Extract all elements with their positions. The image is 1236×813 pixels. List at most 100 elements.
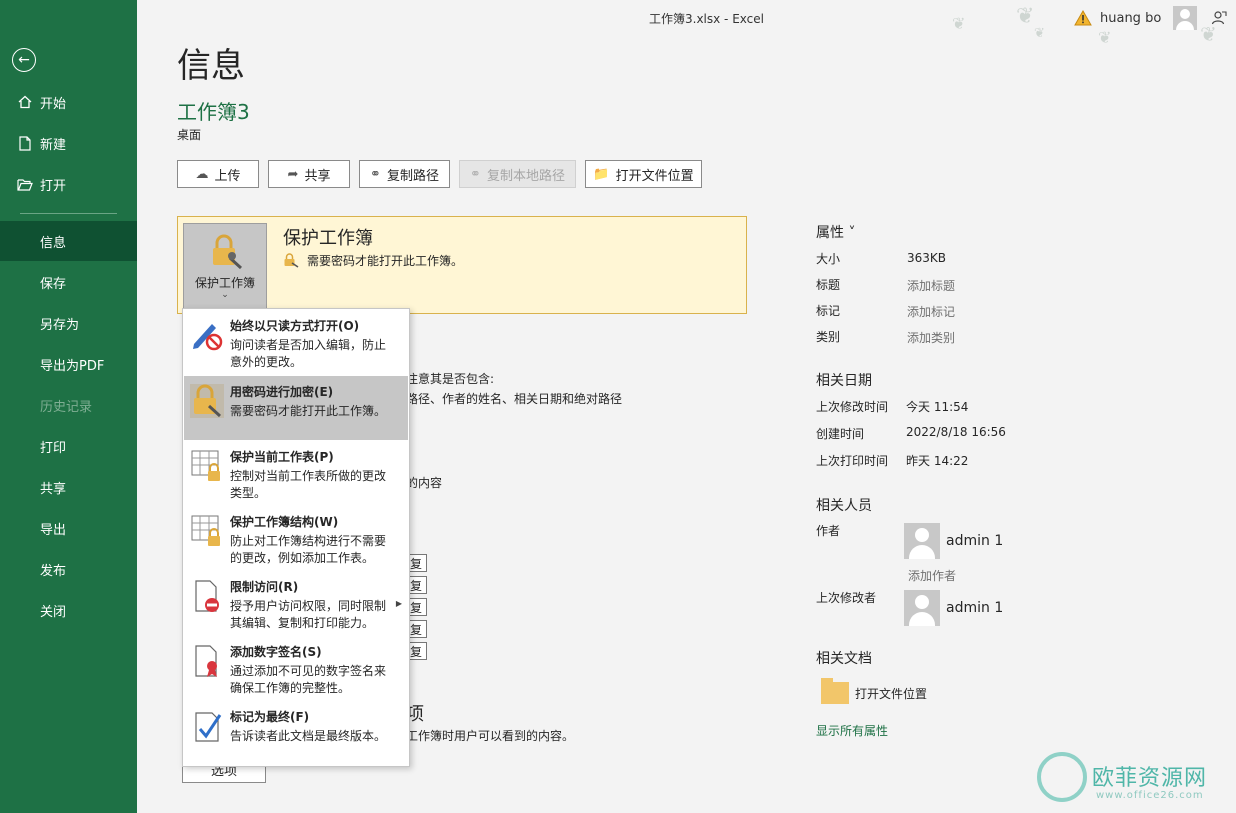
copy-path-button[interactable]: ⚭ 复制路径	[359, 160, 450, 188]
folder-icon: 📁	[593, 166, 610, 182]
date-value: 今天 11:54	[906, 400, 969, 414]
nav-info[interactable]: 信息	[0, 221, 137, 261]
nav-save[interactable]: 保存	[0, 262, 137, 302]
properties-heading[interactable]: 属性 ˅	[816, 222, 855, 242]
upload-button[interactable]: ☁ 上传	[177, 160, 259, 188]
related-docs-heading: 相关文档	[816, 651, 872, 667]
date-value: 2022/8/18 16:56	[906, 425, 1006, 439]
menu-item-protect-sheet[interactable]: 保护当前工作表(P) 控制对当前工作表所做的更改类型。	[184, 441, 408, 505]
page-title: 信息	[177, 46, 245, 86]
document-location: 桌面	[177, 128, 202, 142]
prop-size-value: 363KB	[907, 251, 947, 265]
avatar	[904, 523, 940, 559]
prop-label: 大小	[816, 252, 841, 266]
menu-item-digital-signature[interactable]: 添加数字签名(S) 通过添加不可见的数字签名来确保工作簿的完整性。	[184, 636, 408, 700]
bird-decoration-icon: ❦	[952, 14, 966, 33]
share-icon: ➦	[287, 166, 299, 182]
bird-decoration-icon: ❦	[1016, 4, 1035, 29]
nav-publish[interactable]: 发布	[0, 549, 137, 589]
add-author-input[interactable]: 添加作者	[908, 567, 956, 584]
workbook-lock-icon	[191, 515, 220, 546]
folder-icon	[821, 678, 849, 704]
share-button[interactable]: ➦ 共享	[268, 160, 350, 188]
nav-new[interactable]: 新建	[0, 123, 137, 163]
author-label: 作者	[816, 524, 841, 538]
prop-label: 类别	[816, 330, 841, 344]
prop-label: 标记	[816, 304, 841, 318]
user-area: huang bo	[1074, 6, 1227, 30]
nav-open[interactable]: 打开	[0, 164, 137, 204]
home-icon	[17, 94, 33, 110]
user-avatar[interactable]	[1173, 6, 1198, 30]
nav-history: 历史记录	[40, 399, 93, 415]
inspect-text: 的内容	[406, 476, 443, 490]
warning-icon[interactable]	[1074, 10, 1092, 26]
protect-description: 需要密码才能打开此工作簿。	[283, 252, 463, 269]
date-label: 创建时间	[816, 427, 865, 441]
protect-workbook-button[interactable]: 保护工作簿 ⌄	[183, 223, 267, 309]
modifier-label: 上次修改者	[816, 591, 877, 605]
watermark-logo	[1037, 752, 1087, 802]
nav-share[interactable]: 共享	[0, 467, 137, 507]
watermark-name: 欧菲资源网	[1092, 766, 1208, 791]
menu-item-encrypt-password[interactable]: 用密码进行加密(E) 需要密码才能打开此工作簿。	[184, 376, 408, 440]
window-title: 工作簿3.xlsx - Excel	[649, 12, 764, 26]
document-check-icon	[195, 712, 222, 742]
prop-tags-input[interactable]: 添加标记	[907, 303, 955, 320]
open-file-location-button[interactable]: 📁 打开文件位置	[585, 160, 702, 188]
watermark-url: www.office26.com	[1096, 790, 1204, 801]
protect-workbook-menu: 始终以只读方式打开(O) 询问读者是否加入编辑，防止意外的更改。 用密码进行加密…	[182, 308, 410, 767]
link-icon: ⚭	[470, 166, 481, 182]
people-icon[interactable]	[1211, 10, 1227, 26]
link-icon: ⚭	[370, 166, 381, 182]
cloud-upload-icon: ☁	[195, 166, 209, 182]
modifier-person[interactable]: admin 1	[904, 590, 1003, 626]
nav-print[interactable]: 打印	[0, 426, 137, 466]
user-name[interactable]: huang bo	[1100, 11, 1161, 26]
nav-save-as[interactable]: 另存为	[0, 303, 137, 343]
date-value: 昨天 14:22	[906, 454, 969, 468]
sheet-lock-icon	[191, 450, 220, 481]
show-all-properties-link[interactable]: 显示所有属性	[816, 722, 888, 739]
sidebar-divider	[20, 213, 117, 214]
menu-item-restrict-access[interactable]: 限制访问(R) 授予用户访问权限，同时限制其编辑、复制和打印能力。 ▶	[184, 571, 408, 635]
nav-close[interactable]: 关闭	[0, 590, 137, 630]
avatar	[904, 590, 940, 626]
lock-key-icon	[190, 384, 224, 418]
protect-heading: 保护工作簿	[283, 228, 373, 249]
nav-export-pdf[interactable]: 导出为PDF	[0, 344, 137, 384]
copy-local-path-button: ⚭ 复制本地路径	[459, 160, 576, 188]
chevron-down-icon: ⌄	[221, 290, 229, 300]
dates-heading: 相关日期	[816, 373, 872, 389]
document-name: 工作簿3	[177, 100, 250, 124]
author-person[interactable]: admin 1	[904, 523, 1003, 559]
nav-home[interactable]: 开始	[0, 82, 137, 122]
prop-title-input[interactable]: 添加标题	[907, 277, 955, 294]
open-file-location-link[interactable]: 打开文件位置	[821, 678, 927, 704]
prop-label: 标题	[816, 278, 841, 292]
protect-workbook-banner: 保护工作簿 ⌄ 保护工作簿 需要密码才能打开此工作簿。	[177, 216, 747, 314]
nav-export[interactable]: 导出	[0, 508, 137, 548]
lock-key-icon	[213, 234, 243, 270]
menu-item-mark-final[interactable]: 标记为最终(F) 告诉读者此文档是最终版本。	[184, 701, 408, 765]
backstage-sidebar: ← 开始 新建 打开 信息 保存 另存为 导出为PDF 历史记录 打印 共享 导…	[0, 0, 137, 813]
back-arrow-icon[interactable]: ←	[12, 48, 36, 72]
inspect-text: 工作簿时用户可以看到的内容。	[406, 729, 575, 743]
open-folder-icon	[17, 176, 33, 192]
title-bar: 工作簿3.xlsx - Excel	[137, 0, 1236, 34]
lock-key-icon	[284, 253, 299, 268]
bird-decoration-icon: ❦	[1098, 28, 1112, 47]
pencil-forbidden-icon	[193, 324, 223, 351]
prop-category-input[interactable]: 添加类别	[907, 329, 955, 346]
signature-ribbon-icon	[195, 645, 217, 677]
menu-item-protect-structure[interactable]: 保护工作簿结构(W) 防止对工作簿结构进行不需要的更改，例如添加工作表。	[184, 506, 408, 570]
menu-item-always-read-only[interactable]: 始终以只读方式打开(O) 询问读者是否加入编辑，防止意外的更改。	[184, 310, 408, 374]
inspect-text: 注意其是否包含:	[406, 372, 495, 386]
date-label: 上次修改时间	[816, 400, 889, 414]
date-label: 上次打印时间	[816, 454, 889, 468]
document-restricted-icon	[195, 580, 219, 612]
inspect-text: 路径、作者的姓名、相关日期和绝对路径	[406, 392, 623, 406]
bird-decoration-icon: ❦	[1034, 26, 1045, 41]
people-heading: 相关人员	[816, 498, 872, 514]
chevron-right-icon: ▶	[395, 599, 402, 608]
